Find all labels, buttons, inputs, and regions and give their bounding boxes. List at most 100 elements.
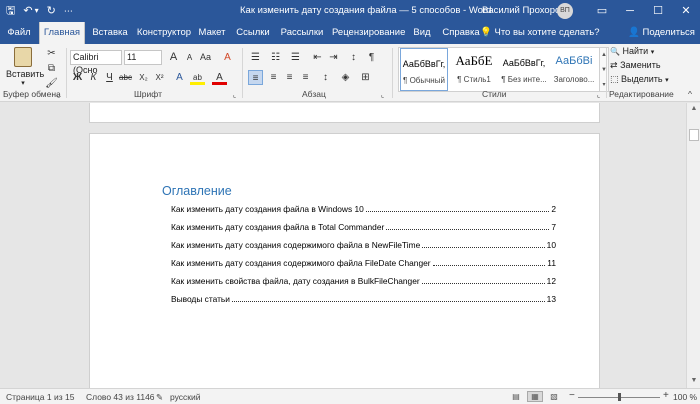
vertical-scrollbar[interactable]: ▲ ▼ xyxy=(686,103,700,388)
paste-button[interactable]: Вставить ▾ xyxy=(6,47,44,87)
font-name-combo[interactable]: Calibri (Осно xyxy=(70,50,122,75)
multilevel-list-icon[interactable]: ☰ xyxy=(288,50,303,65)
clipboard-group-label: Буфер обмена xyxy=(3,89,61,99)
toc-entry[interactable]: Как изменить свойства файла, дату создан… xyxy=(171,274,556,286)
font-launcher-icon[interactable]: ⌞ xyxy=(233,91,236,99)
tab-view[interactable]: Вид xyxy=(410,22,434,44)
collapse-ribbon-icon[interactable]: ^ xyxy=(688,89,692,99)
sort-icon[interactable]: ↕ xyxy=(346,50,361,65)
proofing-icon[interactable]: ✎ xyxy=(156,392,163,403)
toc-entry[interactable]: Как изменить дату создания файла в Windo… xyxy=(171,202,556,214)
tell-me-search[interactable]: 💡 Что вы хотите сделать? xyxy=(480,27,600,38)
zoom-level[interactable]: 100 % xyxy=(673,392,697,402)
page-current[interactable]: Оглавление Как изменить дату создания фа… xyxy=(89,133,600,393)
styles-gallery: АаБбВвГг, ¶ Обычный АаБбЕ ¶ Стиль1 АаБбВ… xyxy=(398,47,600,92)
maximize-icon[interactable]: ☐ xyxy=(644,0,672,22)
styles-launcher-icon[interactable]: ⌞ xyxy=(597,91,600,99)
scroll-thumb[interactable] xyxy=(689,129,699,141)
replace-button[interactable]: ⇄ Заменить xyxy=(610,60,661,71)
text-effects-icon[interactable]: A xyxy=(172,70,187,85)
tab-references[interactable]: Ссылки xyxy=(234,22,272,44)
tab-mailings[interactable]: Рассылки xyxy=(278,22,326,44)
minimize-icon[interactable]: ─ xyxy=(616,0,644,22)
numbering-icon[interactable]: ☷ xyxy=(268,50,283,65)
zoom-slider-thumb[interactable] xyxy=(618,393,621,401)
grow-font-icon[interactable]: A xyxy=(166,50,181,65)
share-button[interactable]: 👤 Поделиться xyxy=(628,27,695,38)
line-spacing-icon[interactable]: ↕ xyxy=(318,70,333,85)
align-right-icon[interactable]: ≡ xyxy=(282,70,297,85)
redo-icon[interactable]: ↻ xyxy=(47,3,56,19)
tab-design[interactable]: Конструктор xyxy=(136,22,192,44)
justify-icon[interactable]: ≡ xyxy=(298,70,313,85)
align-left-icon[interactable]: ≡ xyxy=(248,70,263,85)
toc-entry[interactable]: Как изменить дату создания содержимого ф… xyxy=(171,238,556,250)
bullets-icon[interactable]: ☰ xyxy=(248,50,263,65)
paragraph-launcher-icon[interactable]: ⌞ xyxy=(381,91,384,99)
word-count[interactable]: Слово 43 из 1146 xyxy=(86,392,155,402)
show-formatting-icon[interactable]: ¶ xyxy=(364,50,379,65)
bold-icon[interactable]: Ж xyxy=(70,70,85,85)
style-no-spacing[interactable]: АаБбВвГг, ¶ Без инте... xyxy=(500,48,548,91)
tab-layout[interactable]: Макет xyxy=(196,22,228,44)
separator xyxy=(606,48,607,98)
italic-icon[interactable]: К xyxy=(86,70,101,85)
toc-leader xyxy=(365,211,550,212)
scroll-up-icon[interactable]: ▲ xyxy=(687,105,700,112)
tab-file[interactable]: Файл xyxy=(4,22,34,44)
align-center-icon[interactable]: ≡ xyxy=(266,70,281,85)
customize-qat-icon[interactable]: ⋯ xyxy=(64,3,73,19)
read-mode-icon[interactable]: ▤ xyxy=(508,391,524,402)
style-style1[interactable]: АаБбЕ ¶ Стиль1 xyxy=(450,48,498,91)
subscript-icon[interactable]: X₂ xyxy=(136,70,151,85)
decrease-indent-icon[interactable]: ⇤ xyxy=(310,50,325,65)
clipboard-launcher-icon[interactable]: ⌞ xyxy=(57,91,60,99)
ribbon-display-options-icon[interactable]: ▭ xyxy=(588,0,616,22)
tab-home[interactable]: Главная xyxy=(39,22,85,44)
zoom-out-icon[interactable]: − xyxy=(569,390,575,401)
font-size-combo[interactable]: 11 xyxy=(124,50,162,65)
language[interactable]: русский xyxy=(170,392,201,402)
ribbon-tabs: Файл Главная Вставка Конструктор Макет С… xyxy=(0,22,700,44)
clear-formatting-icon[interactable]: A xyxy=(220,50,235,65)
borders-icon[interactable]: ⊞ xyxy=(358,70,373,85)
superscript-icon[interactable]: X² xyxy=(152,70,167,85)
style-name: ¶ Стиль1 xyxy=(457,75,491,84)
tab-help[interactable]: Справка xyxy=(440,22,482,44)
underline-icon[interactable]: Ч xyxy=(102,70,117,85)
toc-entry[interactable]: Выводы статьи 13 xyxy=(171,292,556,304)
title-bar: 🖫 ↶ ▾ ↻ ⋯ Как изменить дату создания фай… xyxy=(0,0,700,22)
find-button[interactable]: 🔍 Найти ▾ xyxy=(610,46,654,56)
page-previous[interactable] xyxy=(89,103,600,123)
strikethrough-icon[interactable]: abc xyxy=(118,70,133,85)
toc-entry[interactable]: Как изменить дату создания файла в Total… xyxy=(171,220,556,232)
style-heading[interactable]: АаБбВі Заголово... xyxy=(550,48,598,91)
undo-icon[interactable]: ↶ xyxy=(23,3,32,19)
change-case-icon[interactable]: Aa xyxy=(198,50,213,65)
document-area[interactable]: Оглавление Как изменить дату создания фа… xyxy=(0,103,686,393)
page-count[interactable]: Страница 1 из 15 xyxy=(6,392,74,402)
select-button[interactable]: ⬚ Выделить ▾ xyxy=(610,74,669,85)
shrink-font-icon[interactable]: A xyxy=(182,50,197,65)
save-icon[interactable]: 🖫 xyxy=(6,3,15,19)
close-icon[interactable]: ✕ xyxy=(672,0,700,22)
styles-scroll: ▲ ▼ ▾ xyxy=(600,47,609,92)
increase-indent-icon[interactable]: ⇥ xyxy=(326,50,341,65)
web-layout-icon[interactable]: ▧ xyxy=(546,391,562,402)
scroll-down-icon[interactable]: ▼ xyxy=(687,377,700,384)
cut-icon[interactable]: ✂ xyxy=(44,46,59,61)
toc-entry[interactable]: Как изменить дату создания содержимого ф… xyxy=(171,256,556,268)
zoom-in-icon[interactable]: + xyxy=(663,390,669,401)
toc-leader xyxy=(231,301,545,302)
user-name[interactable]: Василий Прохоров xyxy=(482,5,565,16)
tab-review[interactable]: Рецензирование xyxy=(332,22,405,44)
undo-dropdown-icon[interactable]: ▾ xyxy=(35,3,39,19)
font-color-icon[interactable]: A xyxy=(212,70,227,85)
highlight-icon[interactable]: ab xyxy=(190,70,205,85)
style-normal[interactable]: АаБбВвГг, ¶ Обычный xyxy=(400,48,448,91)
tab-insert[interactable]: Вставка xyxy=(88,22,132,44)
shading-icon[interactable]: ◈ xyxy=(338,70,353,85)
copy-icon[interactable]: ⧉ xyxy=(44,61,59,76)
print-layout-icon[interactable]: ▦ xyxy=(527,391,543,402)
user-avatar[interactable]: ВП xyxy=(557,3,573,19)
